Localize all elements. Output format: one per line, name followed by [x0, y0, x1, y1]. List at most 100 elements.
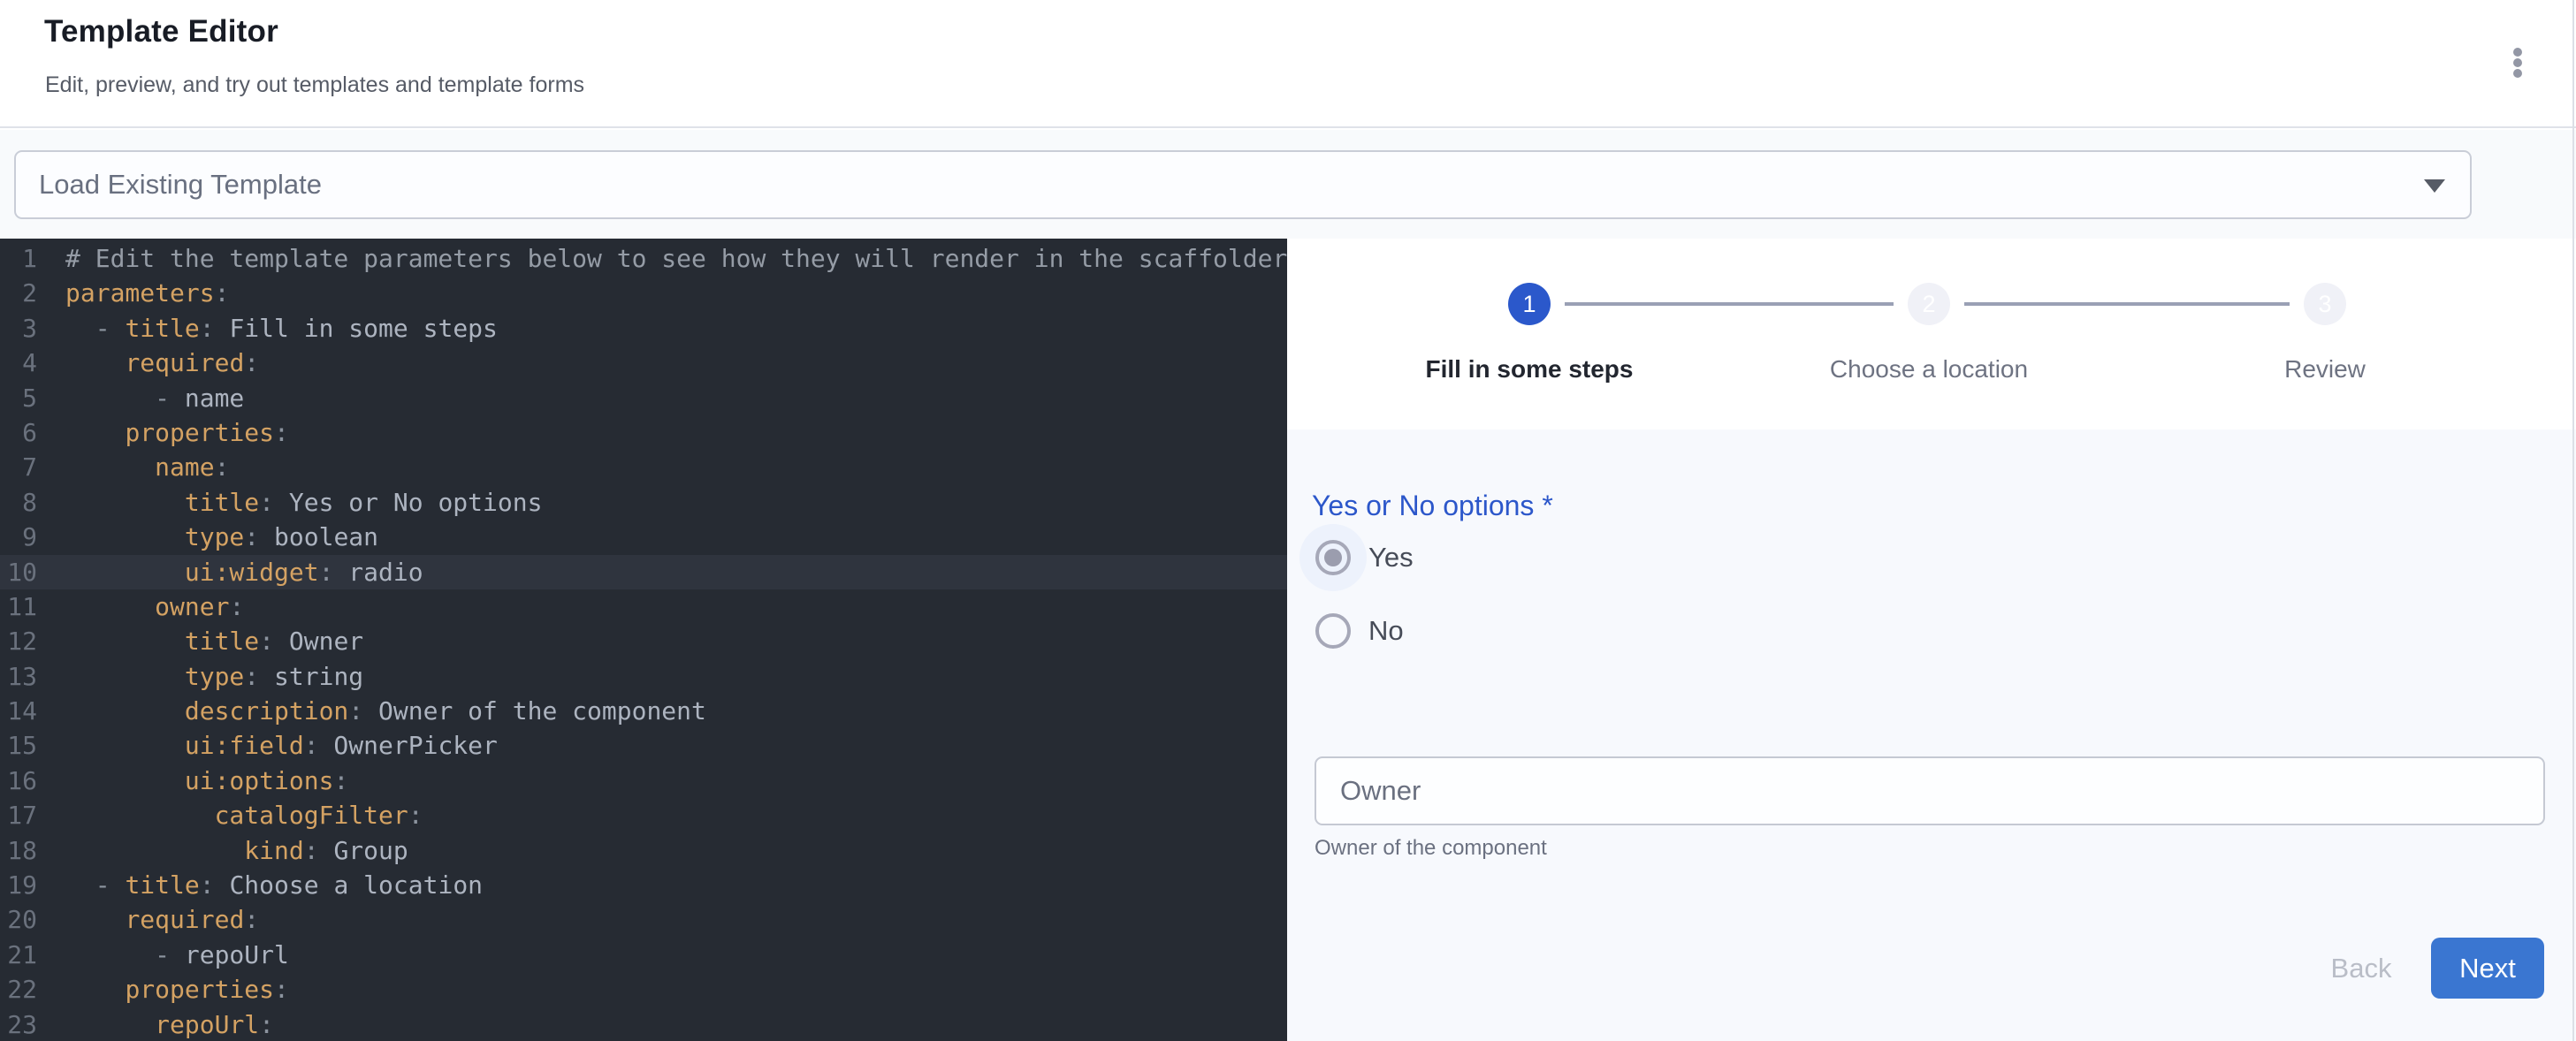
step-label: Review: [2284, 355, 2366, 384]
back-button[interactable]: Back: [2304, 946, 2419, 992]
radio-option-label: Yes: [1368, 542, 1414, 574]
line-number: 4: [0, 346, 37, 380]
line-number: 17: [0, 798, 37, 832]
more-options-button[interactable]: [2500, 35, 2535, 88]
line-number: 10: [0, 555, 37, 589]
code-line[interactable]: 19 - title: Choose a location: [0, 868, 1287, 902]
code-text: required:: [65, 905, 259, 934]
code-line[interactable]: 4 required:: [0, 346, 1287, 380]
code-text: kind: Group: [65, 836, 408, 865]
line-number: 8: [0, 485, 37, 520]
code-text: title: Yes or No options: [65, 488, 542, 517]
code-line[interactable]: 5 - name: [0, 381, 1287, 415]
main-content: 1 # Edit the template parameters below to…: [0, 239, 2576, 1041]
required-asterisk: *: [1542, 490, 1552, 521]
code-line[interactable]: 10 ui:widget: radio: [0, 555, 1287, 589]
next-button[interactable]: Next: [2431, 938, 2544, 999]
stepper: 1 Fill in some steps 2 Choose a location 3 Re…: [1287, 239, 2576, 429]
code-line[interactable]: 8 title: Yes or No options: [0, 485, 1287, 520]
code-text: catalogFilter:: [65, 801, 423, 830]
code-line[interactable]: 20 required:: [0, 902, 1287, 937]
line-number: 23: [0, 1007, 37, 1041]
line-number: 21: [0, 938, 37, 972]
line-number: 22: [0, 972, 37, 1007]
code-editor[interactable]: 1 # Edit the template parameters below to…: [0, 239, 1287, 1041]
code-text: parameters:: [65, 278, 229, 308]
line-number: 13: [0, 659, 37, 694]
owner-input-label: Owner: [1340, 758, 1421, 824]
code-line[interactable]: 23 repoUrl:: [0, 1007, 1287, 1041]
line-number: 2: [0, 276, 37, 310]
line-number: 1: [0, 241, 37, 276]
code-text: properties:: [65, 975, 289, 1004]
code-line[interactable]: 17 catalogFilter:: [0, 798, 1287, 832]
line-number: 6: [0, 415, 37, 450]
line-number: 7: [0, 450, 37, 484]
template-load-bar: Load Existing Template: [0, 130, 2576, 239]
owner-helper-text: Owner of the component: [1315, 836, 1547, 861]
load-existing-template-select-value: Load Existing Template: [39, 152, 322, 217]
step-connector: [1964, 302, 2290, 306]
code-line[interactable]: 7 name:: [0, 450, 1287, 484]
code-line[interactable]: 13 type: string: [0, 659, 1287, 694]
radio-group-label: Yes or No options *: [1312, 490, 1553, 522]
radio-dot: [1324, 549, 1342, 566]
code-line[interactable]: 15 ui:field: OwnerPicker: [0, 728, 1287, 763]
line-number: 18: [0, 833, 37, 868]
step-circle-3: 3: [2304, 283, 2346, 325]
code-text: type: boolean: [65, 522, 378, 551]
line-number: 5: [0, 381, 37, 415]
code-line[interactable]: 3 - title: Fill in some steps: [0, 311, 1287, 346]
radio-option-label: No: [1368, 615, 1404, 647]
line-number: 14: [0, 694, 37, 728]
code-text: name:: [65, 452, 229, 482]
code-line[interactable]: 22 properties:: [0, 972, 1287, 1007]
step-circle-2: 2: [1908, 283, 1950, 325]
line-number: 12: [0, 624, 37, 658]
line-number: 9: [0, 520, 37, 554]
code-text: - title: Choose a location: [65, 870, 483, 900]
template-preview-panel: 1 Fill in some steps 2 Choose a location 3 Re…: [1287, 239, 2576, 1041]
line-number: 19: [0, 868, 37, 902]
line-number: 15: [0, 728, 37, 763]
code-line[interactable]: 12 title: Owner: [0, 624, 1287, 658]
radio-unselected-icon[interactable]: [1315, 613, 1351, 649]
code-line[interactable]: 9 type: boolean: [0, 520, 1287, 554]
code-line[interactable]: 11 owner:: [0, 589, 1287, 624]
code-text: ui:field: OwnerPicker: [65, 731, 498, 760]
page-header: Template Editor Edit, preview, and try o…: [0, 0, 2576, 128]
kebab-menu-icon: [2513, 58, 2522, 67]
code-line[interactable]: 16 ui:options:: [0, 764, 1287, 798]
code-text: repoUrl:: [65, 1010, 274, 1039]
radio-option-yes[interactable]: Yes: [1287, 524, 1641, 591]
code-text: type: string: [65, 662, 363, 691]
radio-option-no[interactable]: No: [1287, 597, 1641, 665]
code-text: properties:: [65, 418, 289, 447]
code-line[interactable]: 2 parameters:: [0, 276, 1287, 310]
code-text: # Edit the template parameters below to …: [65, 244, 1287, 273]
code-text: title: Owner: [65, 627, 363, 656]
code-line[interactable]: 18 kind: Group: [0, 833, 1287, 868]
line-number: 20: [0, 902, 37, 937]
code-text: - repoUrl: [65, 940, 289, 969]
radio-group-label-text: Yes or No options: [1312, 490, 1534, 521]
chevron-down-icon: [2424, 179, 2445, 193]
code-line[interactable]: 1 # Edit the template parameters below to…: [0, 241, 1287, 276]
code-text: - title: Fill in some steps: [65, 314, 498, 343]
step-circle-1: 1: [1508, 283, 1551, 325]
page-title: Template Editor: [44, 14, 278, 49]
step-label: Fill in some steps: [1426, 355, 1634, 384]
load-existing-template-select[interactable]: Load Existing Template: [14, 150, 2472, 219]
step-connector: [1565, 302, 1894, 306]
step-label: Choose a location: [1830, 355, 2028, 384]
kebab-menu-icon: [2513, 69, 2522, 78]
code-line[interactable]: 21 - repoUrl: [0, 938, 1287, 972]
owner-input[interactable]: Owner: [1315, 756, 2545, 825]
kebab-menu-icon: [2513, 48, 2522, 57]
code-text: ui:options:: [65, 766, 348, 795]
code-text: required:: [65, 348, 259, 377]
code-line[interactable]: 14 description: Owner of the component: [0, 694, 1287, 728]
line-number: 11: [0, 589, 37, 624]
code-line[interactable]: 6 properties:: [0, 415, 1287, 450]
line-number: 16: [0, 764, 37, 798]
